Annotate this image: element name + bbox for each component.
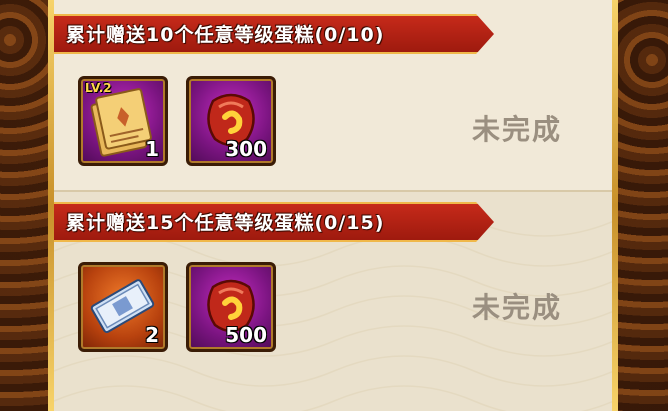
level-badge: LV.2 bbox=[85, 81, 112, 95]
task-status: 未完成 bbox=[472, 291, 563, 324]
task-title: 累计赠送10个任意等级蛋糕(0/10) bbox=[66, 24, 385, 46]
reward-screen: 累计赠送10个任意等级蛋糕(0/10) LV.2 1 300 未完成 累计赠送1… bbox=[0, 0, 668, 411]
reward-quantity: 1 bbox=[145, 137, 159, 161]
reward-item-gem[interactable]: 300 bbox=[186, 76, 276, 166]
task-title-banner: 累计赠送15个任意等级蛋糕(0/15) bbox=[54, 202, 494, 242]
left-decor bbox=[0, 0, 52, 411]
reward-quantity: 500 bbox=[225, 323, 267, 347]
task-panel: 累计赠送10个任意等级蛋糕(0/10) LV.2 1 300 未完成 累计赠送1… bbox=[54, 0, 612, 411]
task-title: 累计赠送15个任意等级蛋糕(0/15) bbox=[66, 212, 385, 234]
reward-item-scroll[interactable]: LV.2 1 bbox=[78, 76, 168, 166]
task-status: 未完成 bbox=[472, 113, 563, 146]
right-decor bbox=[612, 0, 668, 411]
panel-border-right bbox=[612, 0, 618, 411]
reward-quantity: 300 bbox=[225, 137, 267, 161]
task-row-2: 累计赠送15个任意等级蛋糕(0/15) 2 500 未完成 bbox=[54, 192, 612, 411]
reward-quantity: 2 bbox=[145, 323, 159, 347]
task-row-1: 累计赠送10个任意等级蛋糕(0/10) LV.2 1 300 未完成 bbox=[54, 0, 612, 192]
panel-border-left bbox=[48, 0, 54, 411]
task-title-banner: 累计赠送10个任意等级蛋糕(0/10) bbox=[54, 14, 494, 54]
reward-item-ticket[interactable]: 2 bbox=[78, 262, 168, 352]
reward-item-gem[interactable]: 500 bbox=[186, 262, 276, 352]
